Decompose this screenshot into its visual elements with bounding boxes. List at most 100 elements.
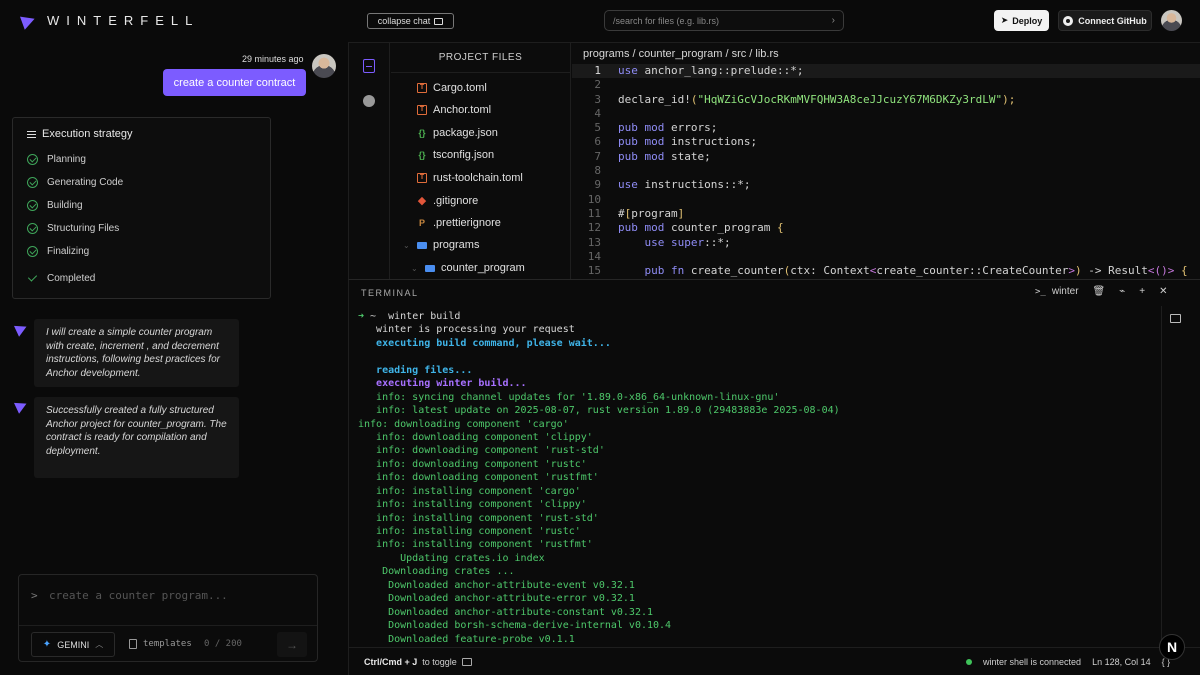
execution-strategy-card: Execution strategy Planning Generating C… <box>12 117 271 299</box>
status-info: winter shell is connected Ln 128, Col 14… <box>966 657 1170 667</box>
prompt-box: > ✦ GEMINI ︿ templates 0 / 200 → <box>18 574 318 662</box>
code-lines: 1 use anchor_lang::prelude::*; 2 3 declare… <box>572 64 1200 278</box>
code-token: program <box>631 206 678 220</box>
close-icon[interactable]: ✕ <box>1159 286 1167 297</box>
cursor-position: Ln 128, Col 14 <box>1092 657 1151 667</box>
line-number: 13 <box>587 235 601 249</box>
n-badge[interactable]: N <box>1159 634 1185 660</box>
logo[interactable]: WINTERFELL <box>19 11 199 30</box>
step-label: Generating Code <box>47 177 124 188</box>
check-icon <box>27 273 38 284</box>
terminal-line: info: downloading component 'rustfmt' <box>358 472 599 484</box>
terminal-line: info: installing component 'rustc' <box>358 526 581 537</box>
step-building: Building <box>27 194 256 217</box>
model-selector[interactable]: ✦ GEMINI ︿ <box>31 632 115 657</box>
document-icon <box>129 639 137 649</box>
templates-button[interactable]: templates <box>129 639 192 649</box>
user-avatar[interactable] <box>1161 10 1182 31</box>
code-token: counter_program <box>664 221 777 235</box>
file-item[interactable]: Trust-toolchain.toml <box>417 172 523 184</box>
code-editor[interactable]: programs / counter_program / src / lib.r… <box>572 43 1200 280</box>
step-structuring-files: Structuring Files <box>27 217 256 240</box>
connect-github-button[interactable]: Connect GitHub <box>1058 10 1152 31</box>
prompt-input[interactable] <box>49 589 304 602</box>
step-generating-code: Generating Code <box>27 171 256 194</box>
folder-item[interactable]: ⌄ counter_program <box>411 262 525 274</box>
file-item[interactable]: ◆ .gitignore <box>417 194 479 208</box>
file-item[interactable]: {} tsconfig.json <box>417 149 494 161</box>
file-name: package.json <box>433 127 498 139</box>
github-label: Connect GitHub <box>1078 15 1147 26</box>
collapse-chat-button[interactable]: collapse chat <box>367 13 454 29</box>
line-number: 12 <box>587 221 601 235</box>
broom-icon[interactable]: ⌁ <box>1119 286 1125 297</box>
check-circle-icon <box>27 200 38 211</box>
search-input[interactable] <box>613 15 832 26</box>
assistant-message: I will create a simple counter program w… <box>34 319 239 387</box>
send-button[interactable]: → <box>277 632 307 657</box>
chevron-down-icon: ⌄ <box>411 263 418 273</box>
terminal-output[interactable]: ➜ ~ winter build winter is processing yo… <box>358 310 1158 650</box>
code-token: use super <box>644 235 705 249</box>
line-number: 11 <box>587 206 601 220</box>
folder-item[interactable]: ⌄ programs <box>403 239 479 251</box>
file-item[interactable]: T Anchor.toml <box>417 104 491 116</box>
terminal-line: info: downloading component 'clippy' <box>358 431 593 443</box>
line-number: 8 <box>594 164 601 178</box>
status-bar: Ctrl/Cmd + J to toggle winter shell is c… <box>349 647 1200 675</box>
toggle-label: to toggle <box>422 657 457 667</box>
terminal-line: executing winter build... <box>358 378 527 390</box>
terminal-tab-icon[interactable] <box>1170 314 1181 323</box>
top-bar: WINTERFELL collapse chat › ➤ Deploy Conn… <box>0 0 1200 42</box>
folder-name: counter_program <box>441 262 525 274</box>
code-token: # <box>618 206 625 220</box>
code-token: pub mod <box>618 149 665 163</box>
code-token: pub mod <box>618 135 665 149</box>
plus-icon[interactable]: + <box>1139 286 1145 297</box>
shell-status: winter shell is connected <box>983 657 1082 667</box>
assistant-icon <box>13 321 30 337</box>
code-token: create_counter <box>684 264 784 278</box>
code-token: ] <box>677 206 685 220</box>
toml-icon: T <box>417 105 427 115</box>
file-name: .prettierignore <box>433 217 501 229</box>
message-avatar <box>312 54 336 78</box>
terminal-line: info: installing component 'clippy' <box>358 499 587 511</box>
line-number: 4 <box>594 106 601 120</box>
trash-icon[interactable]: 🗑 <box>1093 286 1106 297</box>
code-line: 7 pub mod state; <box>572 150 1200 164</box>
execution-title-text: Execution strategy <box>42 128 133 140</box>
line-number: 7 <box>594 149 601 163</box>
file-item[interactable]: {} package.json <box>417 127 498 139</box>
terminal-sidebar <box>1161 306 1200 651</box>
file-item[interactable]: P .prettierignore <box>417 217 501 229</box>
file-search[interactable]: › <box>604 10 844 31</box>
terminal-line: info: downloading component 'cargo' <box>358 418 569 430</box>
project-files-panel: PROJECT FILES T Cargo.toml T Anchor.toml {… <box>391 43 571 280</box>
code-token: use <box>618 64 638 77</box>
files-icon[interactable] <box>363 59 375 73</box>
terminal-command-line: ➜ ~ winter build <box>358 310 1158 323</box>
code-line: 15 pub fn create_counter(ctx: Context<cr… <box>572 264 1200 278</box>
terminal-line: info: installing component 'rust-std' <box>358 512 599 524</box>
github-icon[interactable] <box>363 95 375 107</box>
line-number: 5 <box>594 121 601 135</box>
shell-selector[interactable]: >_ winter <box>1035 286 1079 297</box>
line-number: 1 <box>594 64 601 77</box>
file-name: tsconfig.json <box>433 149 495 161</box>
code-token: declare_id! <box>618 92 691 106</box>
check-circle-icon <box>27 177 38 188</box>
terminal-line: Downloaded anchor-attribute-constant v0.… <box>358 606 654 618</box>
file-name: rust-toolchain.toml <box>433 172 523 184</box>
line-number: 14 <box>587 249 601 263</box>
user-message: create a counter contract <box>163 69 306 96</box>
code-token: -> Result <box>1081 264 1148 278</box>
model-label: GEMINI <box>57 639 90 650</box>
file-item[interactable]: T Cargo.toml <box>417 82 487 94</box>
step-label: Structuring Files <box>47 223 120 234</box>
deploy-button[interactable]: ➤ Deploy <box>994 10 1049 31</box>
step-label: Planning <box>47 154 86 165</box>
terminal-line: Updating crates.io index <box>358 552 545 564</box>
